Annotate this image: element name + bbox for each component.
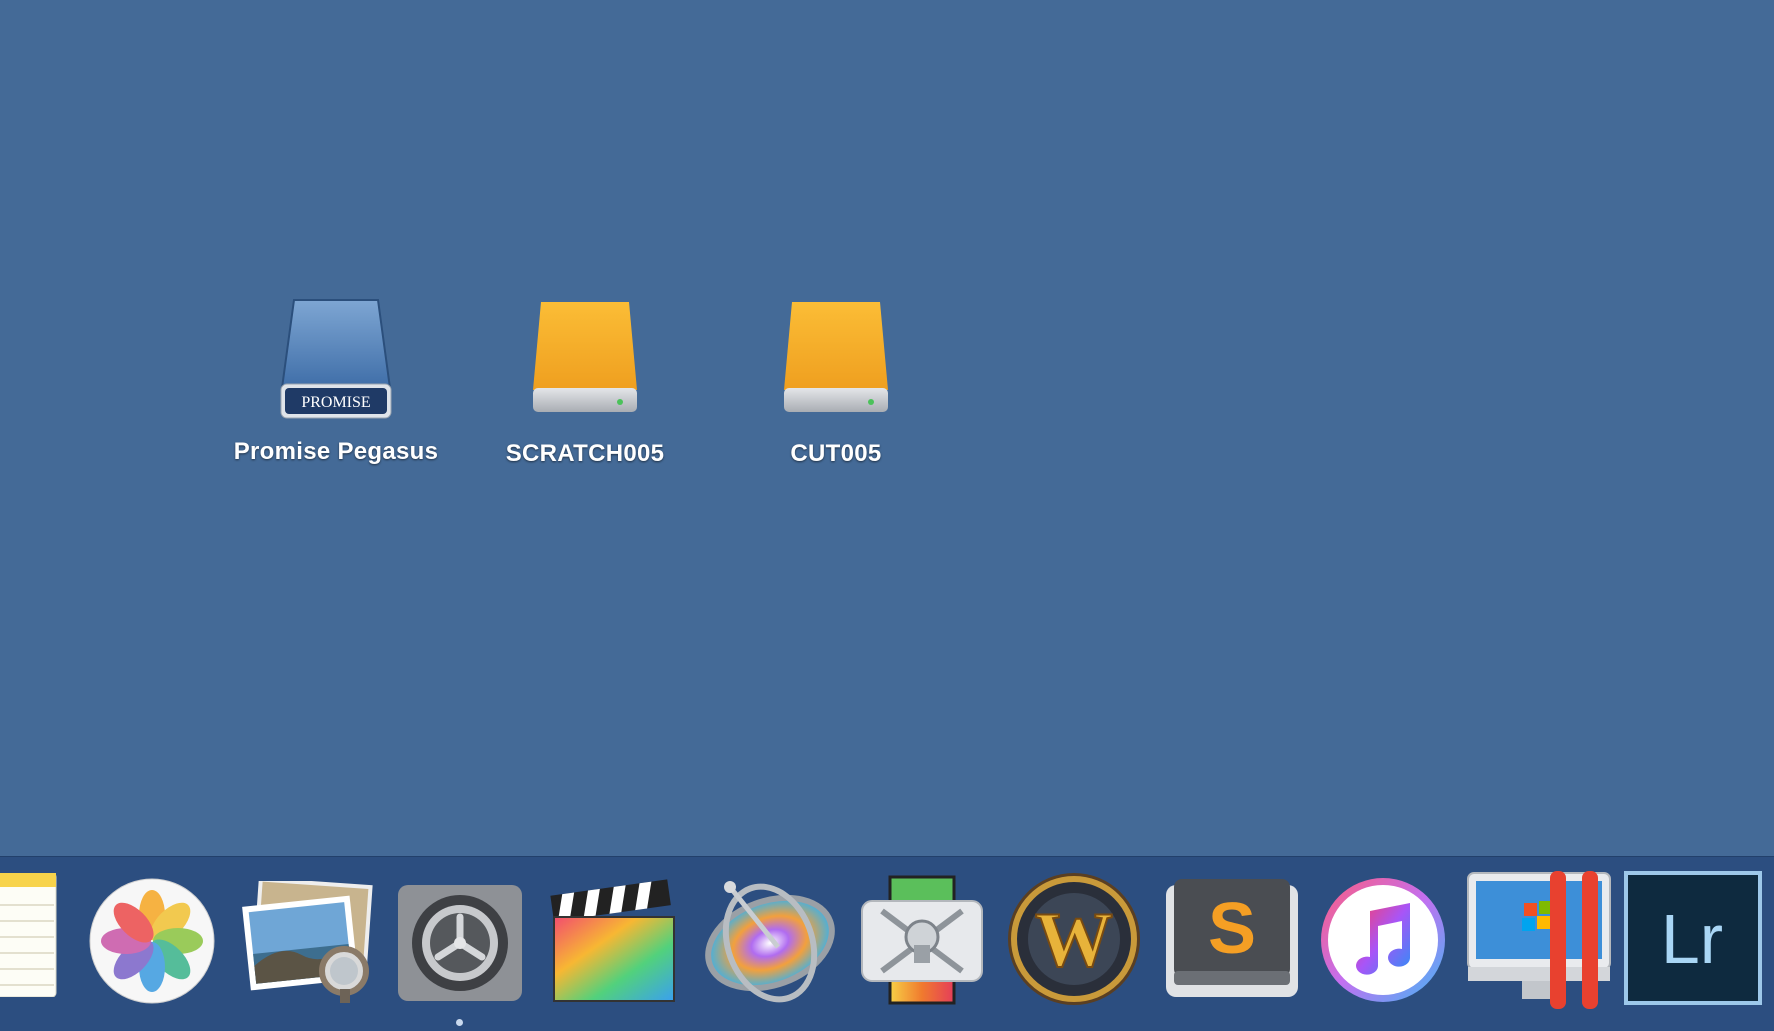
motion-app-icon[interactable] — [700, 877, 840, 1010]
promise-badge-text: PROMISE — [301, 394, 370, 411]
final-cut-pro-app-icon[interactable] — [546, 873, 682, 1010]
compressor-app-icon[interactable] — [858, 875, 986, 1012]
world-of-warcraft-app-icon[interactable]: W — [1006, 871, 1142, 1012]
desktop-drive-promise-pegasus[interactable]: PROMISE Promise Pegasus — [206, 296, 466, 466]
parallels-desktop-app-icon[interactable] — [1464, 871, 1614, 1016]
drive-label: CUT005 — [790, 440, 882, 467]
external-drive-icon[interactable] — [776, 298, 896, 428]
desktop-drive-cut005[interactable]: CUT005 — [706, 298, 966, 468]
external-drive-icon[interactable] — [525, 298, 645, 428]
dock: W S Lr — [0, 856, 1774, 1031]
drive-label: SCRATCH005 — [505, 440, 665, 467]
wow-letter: W — [1035, 896, 1113, 983]
preview-app-icon[interactable] — [240, 877, 376, 1010]
drive-label: Promise Pegasus — [233, 438, 439, 465]
promise-raid-drive-icon[interactable]: PROMISE — [276, 296, 396, 426]
photos-app-icon[interactable] — [88, 877, 216, 1010]
lightroom-app-icon[interactable]: Lr — [1624, 871, 1762, 1010]
sublime-text-app-icon[interactable]: S — [1162, 877, 1302, 1006]
sublime-letter: S — [1208, 889, 1256, 969]
running-indicator — [456, 1019, 463, 1026]
notes-app-icon[interactable] — [0, 872, 60, 1002]
system-preferences-app-icon[interactable] — [396, 883, 524, 1008]
itunes-app-icon[interactable] — [1318, 875, 1448, 1010]
desktop-drive-scratch005[interactable]: SCRATCH005 — [455, 298, 715, 468]
lightroom-letters: Lr — [1661, 900, 1723, 978]
